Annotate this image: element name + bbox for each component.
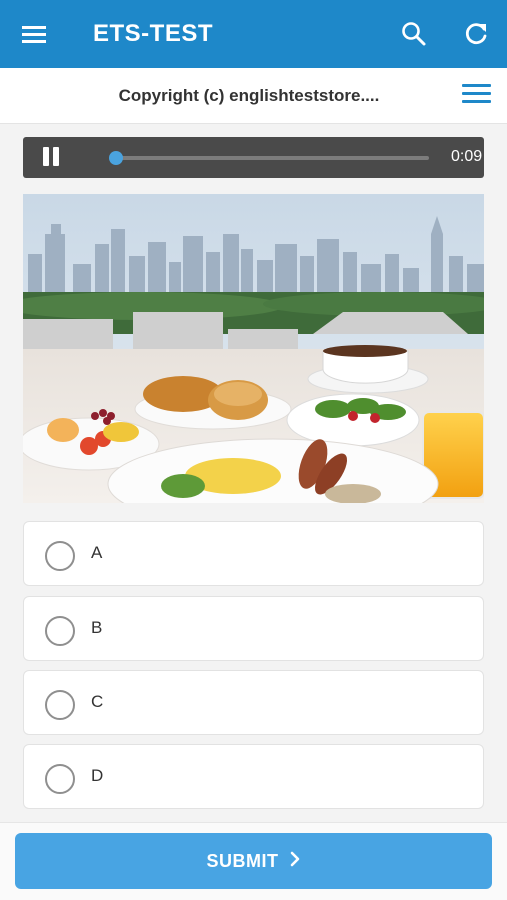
option-label-d: D [91,766,104,785]
hamburger-menu-icon[interactable] [22,22,50,46]
option-a[interactable]: A [23,521,484,586]
copyright-bar: Copyright (c) englishteststore.... [0,68,507,124]
copyright-text: Copyright (c) englishteststore.... [118,86,380,105]
app-bar: ETS-TEST [0,0,507,68]
breakfast-table-city-skyline-image [23,194,484,503]
chevron-right-icon [289,850,301,873]
audio-progress-slider[interactable] [109,151,429,165]
audio-time: 0:09 [451,148,483,165]
option-label-b: B [91,618,103,637]
submit-label: SUBMIT [206,850,279,871]
option-b[interactable]: B [23,596,484,661]
bottom-bar: SUBMIT [0,822,507,900]
pause-icon[interactable] [41,147,63,168]
submit-button[interactable]: SUBMIT [15,833,492,889]
audio-player: 0:09 [23,137,484,178]
radio-button-c[interactable] [45,690,75,720]
radio-button-d[interactable] [45,764,75,794]
list-menu-icon[interactable] [462,81,492,107]
audio-progress-knob[interactable] [109,151,123,165]
option-label-a: A [91,543,103,562]
option-c[interactable]: C [23,670,484,735]
refresh-icon[interactable] [462,20,490,48]
search-icon[interactable] [400,20,428,48]
option-d[interactable]: D [23,744,484,809]
radio-button-a[interactable] [45,541,75,571]
option-label-c: C [91,692,104,711]
app-title: ETS-TEST [93,20,214,47]
radio-button-b[interactable] [45,616,75,646]
